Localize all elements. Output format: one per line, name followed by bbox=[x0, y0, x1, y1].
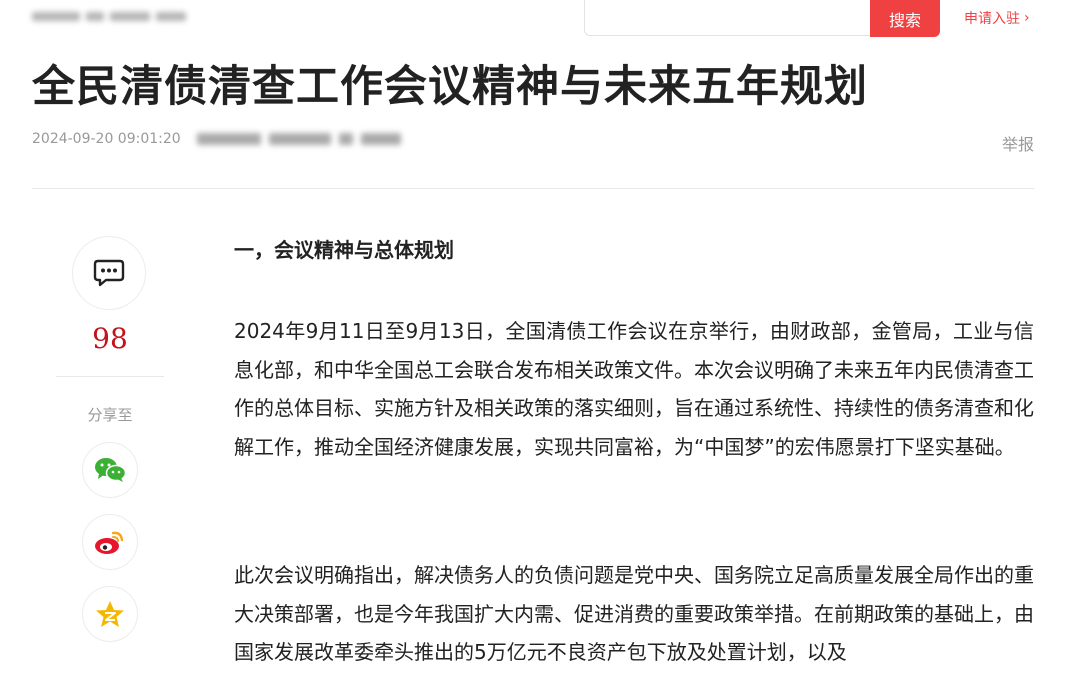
apply-join-label: 申请入驻 bbox=[964, 11, 1020, 27]
article-meta: 2024-09-20 09:01:20 bbox=[32, 131, 401, 147]
breadcrumb-blurred bbox=[32, 8, 194, 24]
chevron-right-icon: › bbox=[1024, 10, 1030, 26]
section-heading: 一，会议精神与总体规划 bbox=[234, 238, 454, 262]
comment-button[interactable] bbox=[72, 236, 146, 310]
publish-datetime: 2024-09-20 09:01:20 bbox=[32, 131, 181, 147]
comment-bubble-icon bbox=[93, 259, 125, 287]
search-bar: 搜索 bbox=[584, 0, 940, 37]
header-divider bbox=[32, 188, 1034, 189]
search-input[interactable] bbox=[584, 0, 870, 36]
source-blurred bbox=[196, 133, 401, 145]
qzone-icon bbox=[96, 601, 124, 627]
article-paragraph: 2024年9月11日至9月13日，全国清债工作会议在京举行，由财政部，金管局，工… bbox=[234, 319, 1034, 459]
share-label: 分享至 bbox=[87, 406, 133, 424]
article-title: 全民清债清查工作会议精神与未来五年规划 bbox=[32, 62, 868, 112]
sidebar-divider bbox=[56, 376, 164, 377]
share-wechat-button[interactable] bbox=[82, 442, 138, 498]
comment-count: 98 bbox=[92, 322, 128, 355]
share-qzone-button[interactable] bbox=[82, 586, 138, 642]
search-button[interactable]: 搜索 bbox=[870, 0, 940, 37]
weibo-icon bbox=[95, 531, 124, 554]
article-paragraph: 此次会议明确指出，解决债务人的负债问题是党中央、国务院立足高质量发展全局作出的重… bbox=[234, 563, 1034, 664]
report-link[interactable]: 举报 bbox=[1002, 131, 1034, 155]
wechat-icon bbox=[95, 458, 127, 482]
share-weibo-button[interactable] bbox=[82, 514, 138, 570]
apply-join-link[interactable]: 申请入驻 › bbox=[964, 8, 1030, 28]
article-body: 一，会议精神与总体规划 2024年9月11日至9月13日，全国清债工作会议在京举… bbox=[234, 236, 1034, 664]
